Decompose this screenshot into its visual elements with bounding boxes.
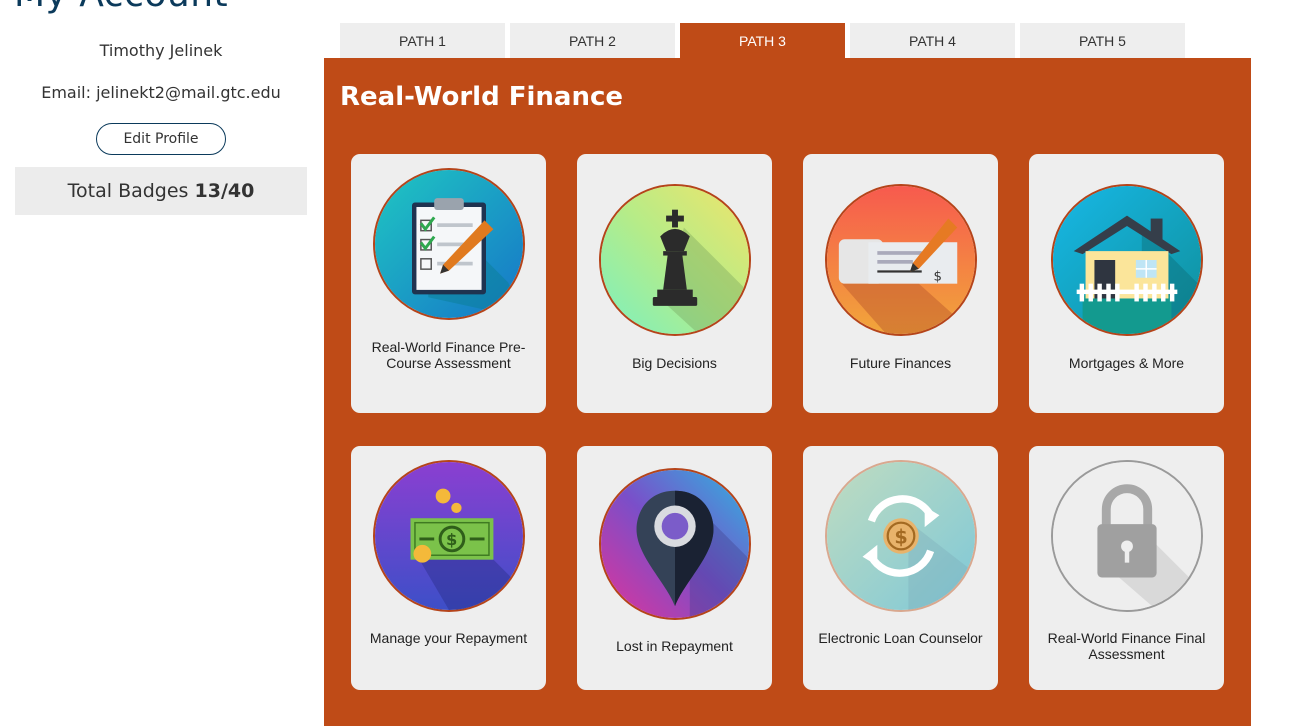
tab-path-4[interactable]: PATH 4 [850, 23, 1015, 58]
badge-card-precourse[interactable]: Real-World Finance Pre-Course Assessment [351, 154, 546, 413]
badge-card-mortgages[interactable]: Mortgages & More [1029, 154, 1224, 413]
edit-profile-button[interactable]: Edit Profile [96, 123, 226, 155]
tab-path-1[interactable]: PATH 1 [340, 23, 505, 58]
svg-text:$: $ [894, 525, 907, 548]
total-badges-value: 13/40 [194, 180, 255, 202]
dollar-cycle-icon: $ [825, 460, 977, 612]
path-tabs: PATH 1 PATH 2 PATH 3 PATH 4 PATH 5 [340, 23, 1190, 58]
badge-label: Big Decisions [632, 355, 717, 371]
badge-label: Mortgages & More [1068, 355, 1185, 371]
svg-text:$: $ [446, 530, 457, 549]
total-badges-label: Total Badges [67, 180, 189, 202]
badge-label: Lost in Repayment [616, 638, 733, 654]
badge-card-big-decisions[interactable]: Big Decisions [577, 154, 772, 413]
tab-path-2[interactable]: PATH 2 [510, 23, 675, 58]
map-pin-icon [599, 468, 751, 620]
badge-label: Real-World Finance Final Assessment [1047, 630, 1206, 662]
profile-panel: Timothy Jelinek Email: jelinekt2@mail.gt… [15, 30, 307, 215]
badge-card-manage-repayment[interactable]: $ Manage your Repayment [351, 446, 546, 690]
user-email: Email: jelinekt2@mail.gtc.edu [41, 83, 281, 102]
money-bill-icon: $ [373, 460, 525, 612]
badge-card-loan-counselor[interactable]: $ Electronic Loan Counselor [803, 446, 998, 690]
check-pen-icon: $ [825, 184, 977, 336]
tab-path-5[interactable]: PATH 5 [1020, 23, 1185, 58]
user-name: Timothy Jelinek [99, 41, 223, 60]
chess-king-icon [599, 184, 751, 336]
padlock-icon [1051, 460, 1203, 612]
badge-label: Electronic Loan Counselor [818, 630, 983, 646]
svg-text:$: $ [934, 270, 942, 285]
tab-path-3[interactable]: PATH 3 [680, 23, 845, 58]
badge-card-lost-in-repayment[interactable]: Lost in Repayment [577, 446, 772, 690]
path-title: Real-World Finance [340, 82, 624, 112]
clipboard-checklist-icon [373, 168, 525, 320]
badge-card-future-finances[interactable]: $ Future Finances [803, 154, 998, 413]
house-icon [1051, 184, 1203, 336]
badge-card-final-assessment[interactable]: Real-World Finance Final Assessment [1029, 446, 1224, 690]
badge-label: Future Finances [849, 355, 952, 371]
badge-label: Manage your Repayment [369, 630, 528, 646]
path-panel: Real-World Finance Real-World Finance Pr… [324, 58, 1251, 726]
total-badges: Total Badges 13/40 [15, 167, 307, 215]
badge-label: Real-World Finance Pre-Course Assessment [371, 339, 526, 371]
page-title: My Account [14, 0, 228, 15]
